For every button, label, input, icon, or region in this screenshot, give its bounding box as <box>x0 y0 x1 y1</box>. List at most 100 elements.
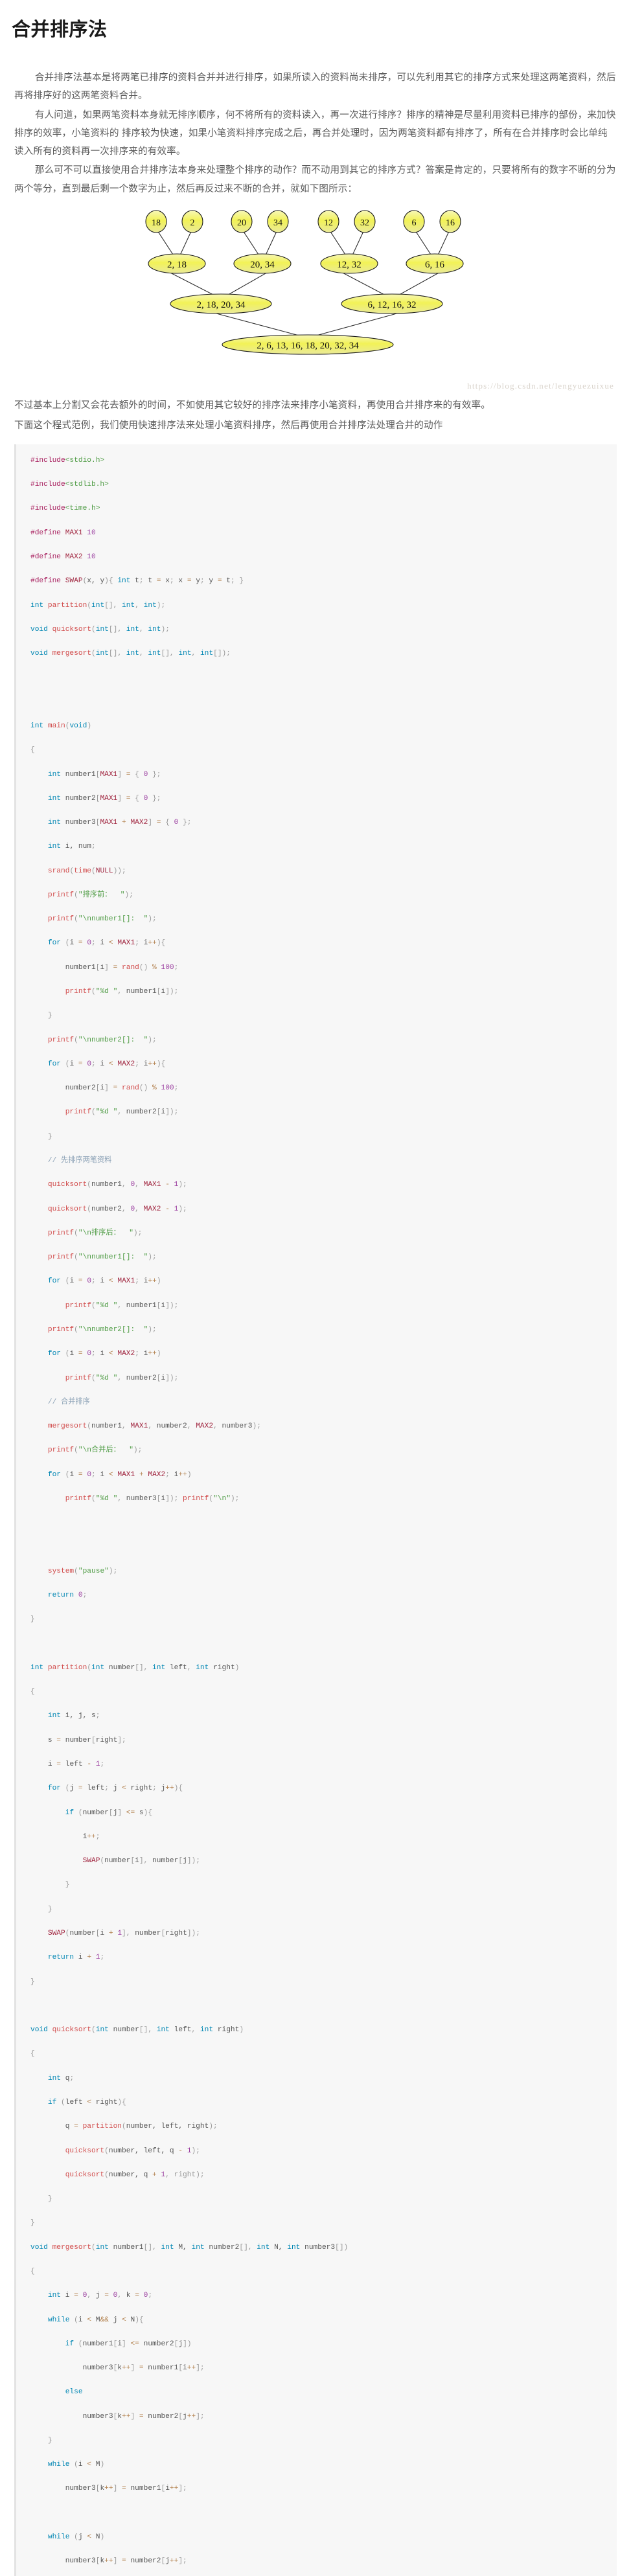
code-token: number1 <box>126 2485 161 2493</box>
code-token: <= <box>126 1808 135 1817</box>
code-token: ) <box>156 1350 161 1358</box>
code-token: int <box>143 601 157 610</box>
code-token: i <box>100 939 109 948</box>
code-token: #include <box>30 456 65 464</box>
code-token: MAX1 <box>100 794 118 803</box>
code-token: i, j, s <box>61 1712 96 1720</box>
code-token: printf <box>65 988 92 996</box>
code-line: int number2[MAX1] = { 0 }; <box>30 793 617 804</box>
code-token: j <box>183 2412 187 2421</box>
code-token: MAX1 <box>117 939 135 948</box>
code-token: < <box>122 1784 126 1793</box>
code-token: ] <box>104 963 113 972</box>
code-token: ); <box>178 1205 187 1213</box>
code-line: number3[k++] = number2[j++]; <box>30 2411 617 2422</box>
code-token: , right); <box>165 2171 205 2179</box>
code-token: void <box>69 722 87 730</box>
code-token: MAX1 <box>65 529 83 537</box>
code-token: { <box>108 577 118 586</box>
code-token: for <box>47 1350 62 1358</box>
tree-node-label: 20, 34 <box>250 260 275 270</box>
code-token: < <box>87 2533 92 2542</box>
code-token: [], <box>108 625 126 633</box>
code-token: , <box>122 1422 131 1431</box>
code-line: return i + 1; <box>30 1952 617 1963</box>
code-token: ] <box>117 794 126 803</box>
paragraph: 下面这个程式范例，我们使用快速排序法来处理小笔资料排序，然后再使用合并排序法处理… <box>14 420 443 431</box>
code-token: ) <box>104 577 109 586</box>
code-token: ( <box>122 2123 126 2131</box>
code-token: left <box>165 1663 187 1672</box>
code-token: ) <box>87 722 92 730</box>
code-token: ++ <box>122 2412 131 2421</box>
code-token: }; <box>178 819 192 827</box>
code-token: number, left, q <box>108 2147 179 2155</box>
code-token: int <box>152 1663 166 1672</box>
code-token: void <box>30 625 48 633</box>
code-token: < <box>108 1060 113 1068</box>
code-token: ); <box>133 1446 143 1455</box>
code-token: j <box>161 1784 166 1793</box>
code-token: i <box>69 1350 78 1358</box>
code-token: #include <box>30 481 65 489</box>
code-token: srand <box>47 867 70 875</box>
code-token: , <box>135 601 144 610</box>
code-token: int <box>30 722 44 730</box>
code-token: + <box>87 1954 92 1962</box>
code-token: ) <box>156 1277 161 1286</box>
code-token: ]; <box>178 2557 187 2566</box>
code-token: ); <box>230 1494 240 1503</box>
code-line: ​ <box>30 2000 617 2012</box>
code-line: { <box>30 2048 617 2060</box>
code-token: int <box>287 2243 301 2251</box>
code-token: [ <box>91 1736 96 1744</box>
code-token: int <box>196 1663 209 1672</box>
code-token: ++ <box>187 2412 196 2421</box>
code-token: ++ <box>148 939 157 948</box>
code-token: int <box>200 650 214 658</box>
code-token: [ <box>161 1930 166 1938</box>
code-token: number <box>152 1857 179 1865</box>
code-token: printf <box>47 1253 75 1262</box>
code-token: int <box>122 601 135 610</box>
code-token: [ <box>113 2340 118 2348</box>
code-token: - <box>178 2147 183 2155</box>
code-token: quicksort <box>47 1181 87 1189</box>
code-token: ( <box>91 1301 96 1310</box>
code-token: printf <box>47 915 75 924</box>
code-token: 10 <box>87 529 96 537</box>
code-token: int <box>95 650 109 658</box>
code-token: i <box>61 2292 75 2300</box>
code-token: for <box>47 1277 62 1286</box>
code-token: "\n" <box>213 1494 231 1503</box>
code-token: ; <box>152 1784 161 1793</box>
code-token: ){ <box>117 2098 126 2106</box>
code-token: ; <box>95 1712 100 1720</box>
code-token: ; <box>95 1832 100 1841</box>
code-token: ; <box>82 1591 87 1600</box>
code-token: ( <box>61 1470 70 1479</box>
code-token: ( <box>100 1857 105 1865</box>
code-token: ){ <box>135 2316 144 2324</box>
paragraph: 合并排序法基本是将两笔已排序的资料合并并进行排序，如果所读入的资料尚未排序，可以… <box>14 73 616 102</box>
tree-edges <box>155 228 451 337</box>
code-line: // 先排序两笔资料 <box>30 1155 617 1167</box>
code-token: "\n排序后： " <box>78 1229 133 1237</box>
code-block[interactable]: #include<stdio.h> #include<stdlib.h> #in… <box>14 444 617 2576</box>
code-line: quicksort(number1, 0, MAX1 - 1); <box>30 1179 617 1191</box>
code-token: int <box>47 794 62 803</box>
code-token: + <box>108 1930 113 1938</box>
